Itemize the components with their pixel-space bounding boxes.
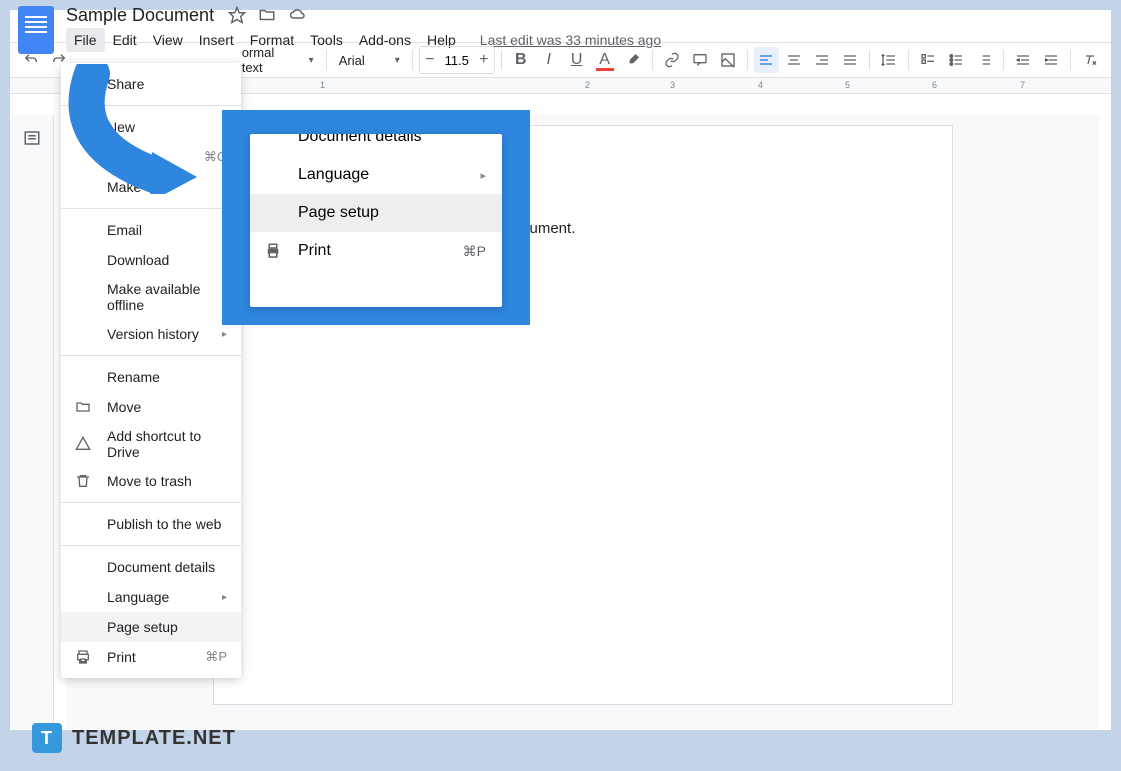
document-text: ument. xyxy=(530,220,576,237)
indent-decrease-icon[interactable] xyxy=(1010,47,1036,73)
titlebar: Sample Document File Edit View Insert Fo… xyxy=(10,10,1111,42)
indent-increase-icon[interactable] xyxy=(1038,47,1064,73)
highlight-icon[interactable] xyxy=(620,47,646,73)
trash-icon xyxy=(75,473,95,489)
file-menu-dropdown: Share New▸ en⌘O Make Email▸ Download▸ Ma… xyxy=(61,63,241,678)
font-label: Arial xyxy=(339,53,365,68)
font-size-value[interactable]: 11.5 xyxy=(440,53,474,68)
menu-publish[interactable]: Publish to the web xyxy=(61,509,241,539)
callout-document-details[interactable]: Document details xyxy=(250,134,502,156)
menu-add-shortcut[interactable]: Add shortcut to Drive xyxy=(61,422,241,466)
ruler-tick: 7 xyxy=(1020,80,1025,90)
ruler-tick: 1 xyxy=(320,80,325,90)
bullet-list-icon[interactable] xyxy=(943,47,969,73)
highlight-callout: Document details Language▸ Page setup Pr… xyxy=(222,110,530,325)
image-icon[interactable] xyxy=(715,47,741,73)
ruler-tick: 3 xyxy=(670,80,675,90)
menu-page-setup[interactable]: Page setup xyxy=(61,612,241,642)
last-edit-link[interactable]: Last edit was 33 minutes ago xyxy=(480,32,661,48)
menu-share[interactable]: Share xyxy=(61,69,241,99)
drive-shortcut-icon xyxy=(75,436,95,452)
docs-logo-icon[interactable] xyxy=(18,6,54,54)
menu-email[interactable]: Email▸ xyxy=(61,215,241,245)
menu-offline[interactable]: Make available offline xyxy=(61,275,241,319)
font-size-increase-icon[interactable]: + xyxy=(474,47,494,73)
document-title[interactable]: Sample Document xyxy=(66,5,214,26)
menu-print[interactable]: Print⌘P xyxy=(61,642,241,672)
folder-move-icon xyxy=(75,399,95,415)
callout-print[interactable]: Print⌘P xyxy=(250,232,502,270)
font-select[interactable]: Arial▾ xyxy=(333,53,406,68)
checklist-icon[interactable] xyxy=(915,47,941,73)
menu-open[interactable]: en⌘O xyxy=(61,142,241,172)
line-spacing-icon[interactable] xyxy=(876,47,902,73)
align-left-icon[interactable] xyxy=(754,47,780,73)
menu-download[interactable]: Download▸ xyxy=(61,245,241,275)
menu-document-details[interactable]: Document details xyxy=(61,552,241,582)
menu-version-history[interactable]: Version history▸ xyxy=(61,319,241,349)
clear-formatting-icon[interactable] xyxy=(1077,47,1103,73)
ruler-tick: 4 xyxy=(758,80,763,90)
menu-insert[interactable]: Insert xyxy=(191,28,242,52)
left-sidebar xyxy=(10,115,54,730)
comment-icon[interactable] xyxy=(687,47,713,73)
menu-move[interactable]: Move xyxy=(61,392,241,422)
template-logo-icon: T xyxy=(32,723,62,753)
menu-language[interactable]: Language▸ xyxy=(61,582,241,612)
callout-page-setup[interactable]: Page setup xyxy=(250,194,502,232)
callout-language[interactable]: Language▸ xyxy=(250,156,502,194)
menu-trash[interactable]: Move to trash xyxy=(61,466,241,496)
align-center-icon[interactable] xyxy=(781,47,807,73)
ruler-tick: 5 xyxy=(845,80,850,90)
link-icon[interactable] xyxy=(659,47,685,73)
footer-text: TEMPLATE.NET xyxy=(72,727,236,750)
italic-icon[interactable]: I xyxy=(536,47,562,73)
ruler-tick: 2 xyxy=(585,80,590,90)
align-justify-icon[interactable] xyxy=(837,47,863,73)
star-icon[interactable] xyxy=(228,6,246,24)
ruler-tick: 6 xyxy=(932,80,937,90)
app-window: Sample Document File Edit View Insert Fo… xyxy=(10,10,1111,730)
paragraph-style-select[interactable]: ormal text▾ xyxy=(236,45,320,75)
menu-view[interactable]: View xyxy=(145,28,191,52)
footer-branding: T TEMPLATE.NET xyxy=(32,723,236,753)
font-size-control[interactable]: − 11.5 + xyxy=(419,46,495,74)
align-right-icon[interactable] xyxy=(809,47,835,73)
menu-addons[interactable]: Add-ons xyxy=(351,28,419,52)
menu-new[interactable]: New▸ xyxy=(61,112,241,142)
print-icon xyxy=(264,242,282,260)
move-folder-icon[interactable] xyxy=(258,6,276,24)
outline-icon[interactable] xyxy=(19,125,45,151)
menu-edit[interactable]: Edit xyxy=(105,28,145,52)
bold-icon[interactable]: B xyxy=(508,47,534,73)
print-icon xyxy=(75,649,95,665)
menu-make-copy[interactable]: Make xyxy=(61,172,241,202)
numbered-list-icon[interactable] xyxy=(971,47,997,73)
paragraph-style-label: ormal text xyxy=(242,45,299,75)
menu-rename[interactable]: Rename xyxy=(61,362,241,392)
cloud-status-icon[interactable] xyxy=(288,6,306,24)
text-color-icon[interactable]: A xyxy=(592,47,618,73)
underline-icon[interactable]: U xyxy=(564,47,590,73)
font-size-decrease-icon[interactable]: − xyxy=(420,47,440,73)
